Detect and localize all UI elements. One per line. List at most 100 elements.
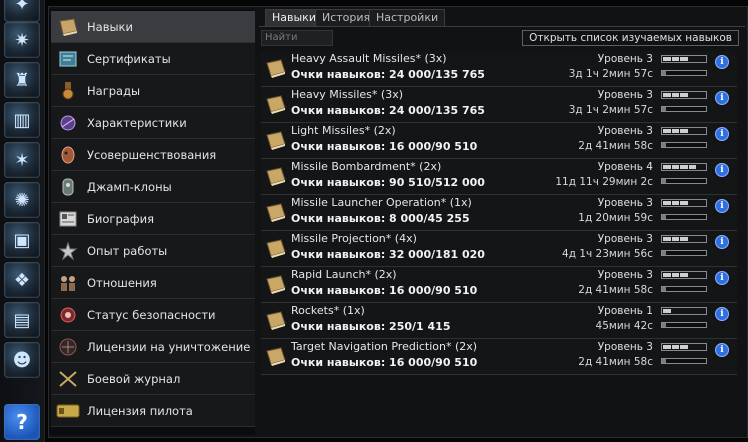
skill-points: Очки навыков: 24 000/135 765 <box>291 68 485 81</box>
level-box <box>680 273 688 277</box>
search-input[interactable]: Найти <box>261 30 333 46</box>
skill-name: Target Navigation Prediction* (2x) <box>291 340 478 353</box>
level-box <box>663 93 671 97</box>
skill-row[interactable]: Missile Launcher Operation* (1x) Очки нав… <box>261 195 737 231</box>
market-icon[interactable]: ▥ <box>4 102 40 138</box>
attributes-icon <box>55 111 81 135</box>
skill-level: Уровень 1 <box>597 305 653 317</box>
info-icon[interactable]: i <box>715 127 729 141</box>
skill-name: Heavy Assault Missiles* (3x) <box>291 52 447 65</box>
skills-pane: Навыки История Настройки Найти Открыть с… <box>259 7 745 435</box>
skill-row[interactable]: Heavy Missiles* (3x) Очки навыков: 24 000… <box>261 87 737 123</box>
info-icon[interactable]: i <box>715 163 729 177</box>
level-box <box>697 201 705 205</box>
info-icon[interactable]: i <box>715 199 729 213</box>
info-icon[interactable]: i <box>715 271 729 285</box>
level-box <box>671 237 680 241</box>
level-box <box>689 237 697 241</box>
skill-row[interactable]: Missile Projection* (4x) Очки навыков: 32… <box>261 231 737 267</box>
character-sheet-window: Навыки Сертификаты Награды Характеристик… <box>48 6 748 438</box>
level-box <box>663 129 671 133</box>
level-box <box>663 345 671 349</box>
character-portrait-icon[interactable]: ☻ <box>4 342 40 378</box>
skill-row[interactable]: Rockets* (1x) Очки навыков: 250/1 415 Уров… <box>261 303 737 339</box>
skill-level: Уровень 3 <box>597 341 653 353</box>
level-box <box>663 165 671 169</box>
skill-name: Heavy Missiles* (3x) <box>291 88 404 101</box>
level-box <box>689 201 697 205</box>
level-box <box>688 165 697 169</box>
skill-level-indicator <box>661 343 707 351</box>
sidebar-item-label: Боевой журнал <box>87 371 181 386</box>
sidebar-item-label: Лицензия пилота <box>87 403 193 418</box>
skill-row[interactable]: Heavy Assault Missiles* (3x) Очки навыков… <box>261 51 737 87</box>
sidebar-item-label: Сертификаты <box>87 51 171 66</box>
sidebar-item-augmentations[interactable]: Усовершенствования <box>51 139 255 171</box>
level-box <box>697 57 705 61</box>
info-icon[interactable]: i <box>715 307 729 321</box>
sidebar-item-jump-clones[interactable]: Джамп-клоны <box>51 171 255 203</box>
skill-train-time: 11д 11ч 29мин 2с <box>555 176 653 188</box>
skill-level-indicator <box>661 127 707 135</box>
level-box <box>680 345 688 349</box>
assets-icon[interactable]: ▣ <box>4 222 40 258</box>
skill-row[interactable]: Target Navigation Prediction* (2x) Очки н… <box>261 339 737 375</box>
wallet-icon[interactable]: ❖ <box>4 262 40 298</box>
skill-name: Light Missiles* (2x) <box>291 124 396 137</box>
open-training-queue-button[interactable]: Открыть список изучаемых навыков <box>522 30 739 46</box>
agents-icon[interactable]: ✶ <box>4 142 40 178</box>
tab-history[interactable]: История <box>315 9 378 26</box>
info-icon[interactable]: i <box>715 91 729 105</box>
sidebar-item-employment[interactable]: Опыт работы <box>51 235 255 267</box>
skill-level: Уровень 3 <box>597 53 653 65</box>
level-box <box>680 201 688 205</box>
level-box <box>663 309 671 313</box>
security-status-icon <box>55 303 81 327</box>
skill-level: Уровень 3 <box>597 125 653 137</box>
skill-name: Missile Launcher Operation* (1x) <box>291 196 472 209</box>
level-box <box>680 57 688 61</box>
info-icon[interactable]: i <box>715 343 729 357</box>
level-box <box>689 309 697 313</box>
level-box <box>680 93 688 97</box>
star-map-icon[interactable]: ✺ <box>4 182 40 218</box>
standings-icon <box>55 271 81 295</box>
skills-icon[interactable]: ✷ <box>4 22 40 58</box>
sidebar-item-label: Усовершенствования <box>87 147 217 162</box>
skill-row[interactable]: Missile Bombardment* (2x) Очки навыков: 9… <box>261 159 737 195</box>
sidebar-item-kill-rights[interactable]: Лицензии на уничтожение <box>51 331 255 363</box>
tab-settings[interactable]: Настройки <box>369 9 446 26</box>
journal-icon[interactable]: ▤ <box>4 302 40 338</box>
sidebar-item-attributes[interactable]: Характеристики <box>51 107 255 139</box>
sidebar-item-standings[interactable]: Отношения <box>51 267 255 299</box>
skill-level-indicator <box>661 91 707 99</box>
level-box <box>671 93 680 97</box>
help-icon[interactable]: ? <box>4 404 40 440</box>
sidebar-item-pilot-license[interactable]: Лицензия пилота <box>51 395 255 427</box>
jump-clone-icon <box>55 175 81 199</box>
employment-icon <box>55 239 81 263</box>
sidebar-item-skills[interactable]: Навыки <box>51 11 255 43</box>
level-box <box>689 129 697 133</box>
medal-icon <box>55 79 81 103</box>
sidebar-item-biography[interactable]: Биография <box>51 203 255 235</box>
level-box <box>697 273 705 277</box>
sidebar-item-medals[interactable]: Награды <box>51 75 255 107</box>
skill-book-icon <box>265 130 287 150</box>
skill-row[interactable]: Rapid Launch* (2x) Очки навыков: 16 000/9… <box>261 267 737 303</box>
info-icon[interactable]: i <box>715 55 729 69</box>
level-box <box>697 165 705 169</box>
level-box <box>671 165 680 169</box>
skill-progress-bar <box>661 106 707 112</box>
sidebar-item-certificates[interactable]: Сертификаты <box>51 43 255 75</box>
info-icon[interactable]: i <box>715 235 729 249</box>
skill-level: Уровень 3 <box>597 197 653 209</box>
sidebar-item-combat-log[interactable]: Боевой журнал <box>51 363 255 395</box>
level-box <box>697 129 705 133</box>
people-icon[interactable]: ♜ <box>4 62 40 98</box>
skill-train-time: 3д 1ч 2мин 57с <box>568 104 653 116</box>
sidebar-item-security-status[interactable]: Статус безопасности <box>51 299 255 331</box>
skill-row[interactable]: Light Missiles* (2x) Очки навыков: 16 000… <box>261 123 737 159</box>
character-sheet-icon[interactable]: ✦ <box>4 0 40 22</box>
skill-book-icon <box>265 274 287 294</box>
